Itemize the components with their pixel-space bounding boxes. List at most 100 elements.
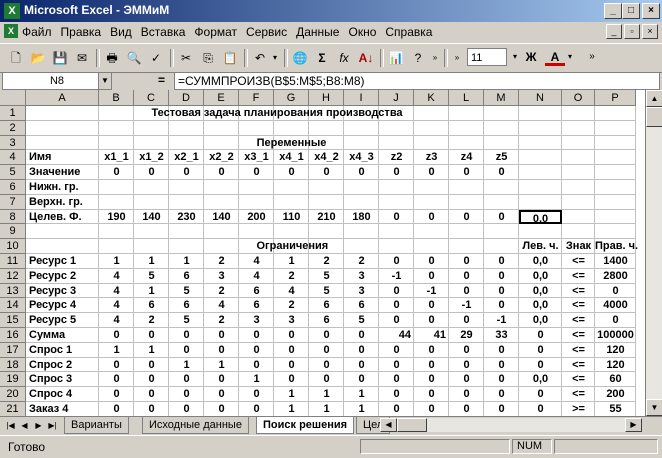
grid-cell[interactable]	[519, 106, 562, 121]
grid-cell[interactable]	[204, 224, 239, 240]
cell-value[interactable]: 0	[99, 402, 134, 416]
row-header[interactable]: 1	[0, 106, 26, 121]
cell-value[interactable]: <=	[562, 269, 595, 284]
grid-cell[interactable]	[414, 135, 449, 151]
cell-value[interactable]: 140	[134, 210, 169, 225]
cell-value[interactable]: 5	[309, 269, 344, 284]
scroll-right-icon[interactable]: ▶	[625, 418, 642, 432]
cell-value[interactable]: 1	[169, 254, 204, 269]
cell-value[interactable]: 6	[239, 284, 274, 299]
column-header[interactable]: E	[204, 90, 239, 106]
cell-value[interactable]: 4	[239, 254, 274, 269]
cell-value[interactable]: 0	[484, 372, 519, 387]
cell-value[interactable]: 1	[204, 358, 239, 373]
grid-cell[interactable]	[99, 106, 134, 121]
help-icon[interactable]: ?	[408, 48, 428, 68]
cell-value[interactable]: 0	[99, 372, 134, 387]
cell-value[interactable]: 5	[309, 284, 344, 299]
cell-value[interactable]: 0	[484, 269, 519, 284]
copy-icon[interactable]: ⎘	[198, 48, 218, 68]
grid-cell[interactable]	[134, 194, 169, 210]
row-header[interactable]: 11	[0, 254, 26, 269]
grid-cell[interactable]	[562, 120, 595, 136]
cell-value[interactable]: Тестовая задача планирования производств…	[152, 106, 403, 121]
cell-value[interactable]: 100000	[595, 328, 636, 343]
print-icon[interactable]: 🖶	[102, 48, 122, 68]
cell-value[interactable]: 0,0	[519, 313, 562, 328]
chart-icon[interactable]: 📊	[386, 48, 406, 68]
last-sheet-icon[interactable]: ▶|	[46, 418, 59, 433]
cell-value[interactable]: 0	[344, 343, 379, 358]
cell-value[interactable]: 0	[274, 372, 309, 387]
cell-value[interactable]: <=	[562, 254, 595, 269]
cell-value[interactable]: 0	[169, 343, 204, 358]
grid-cell[interactable]	[449, 135, 484, 151]
grid-cell[interactable]	[169, 239, 204, 254]
grid-cell[interactable]	[414, 239, 449, 254]
cell-value[interactable]: Значение	[26, 165, 99, 180]
row-header[interactable]: 12	[0, 268, 26, 284]
row-header[interactable]: 3	[0, 135, 26, 151]
cell-value[interactable]: <=	[562, 313, 595, 328]
more-icon[interactable]: »	[450, 48, 464, 68]
cell-value[interactable]: 6	[169, 298, 204, 313]
close-button[interactable]: ×	[642, 3, 660, 19]
row-header[interactable]: 13	[0, 283, 26, 299]
cell-value[interactable]: 0	[449, 343, 484, 358]
cell-value[interactable]: 3	[239, 313, 274, 328]
grid-cell[interactable]	[274, 120, 309, 136]
cell-value[interactable]: 0	[379, 387, 414, 402]
row-header[interactable]: 14	[0, 298, 26, 314]
menu-item[interactable]: Формат	[194, 25, 237, 39]
cell-value[interactable]: 4	[99, 298, 134, 313]
grid-cell[interactable]	[309, 224, 344, 240]
vertical-scrollbar[interactable]: ▲ ▼	[645, 90, 662, 416]
cell-value[interactable]: 0,0	[519, 372, 562, 387]
formula-input[interactable]: =СУММПРОИЗВ(B$5:M$5;B8:M8)	[174, 72, 660, 90]
cell-value[interactable]: 0,0	[519, 298, 562, 313]
cell-value[interactable]: 0	[204, 343, 239, 358]
cell-value[interactable]: 0	[274, 343, 309, 358]
cell-value[interactable]: Лев. ч.	[519, 239, 562, 254]
cell-value[interactable]: Нижн. гр.	[26, 180, 99, 195]
cell-value[interactable]: 210	[309, 210, 344, 225]
cell-value[interactable]: -1	[449, 298, 484, 313]
cell-value[interactable]: 44	[379, 328, 414, 343]
grid-cell[interactable]	[379, 120, 414, 136]
column-header[interactable]: H	[309, 90, 344, 106]
cell-value[interactable]: 0	[449, 210, 484, 225]
grid-cell[interactable]	[595, 224, 636, 240]
grid-cell[interactable]	[595, 135, 636, 151]
cell-value[interactable]: 0	[134, 372, 169, 387]
chevron-down-icon[interactable]: ▾	[565, 48, 575, 66]
prev-sheet-icon[interactable]: ◀	[18, 418, 31, 433]
grid-cell[interactable]	[344, 180, 379, 195]
cell-value[interactable]: 1	[274, 387, 309, 402]
cell-value[interactable]: 0,0	[519, 269, 562, 284]
cell-value[interactable]: 4	[204, 298, 239, 313]
row-header[interactable]: 7	[0, 194, 26, 210]
column-header[interactable]: C	[134, 90, 169, 106]
cell-value[interactable]: 0	[595, 313, 636, 328]
cell-value[interactable]: 6	[309, 298, 344, 313]
tab-variants[interactable]: Варианты	[64, 417, 129, 434]
column-header[interactable]: O	[562, 90, 595, 106]
grid-cell[interactable]	[379, 135, 414, 151]
cell-value[interactable]: 200	[239, 210, 274, 225]
grid-cell[interactable]	[379, 224, 414, 240]
cell-value[interactable]: 0	[484, 298, 519, 313]
grid-cell[interactable]	[169, 120, 204, 136]
column-header[interactable]: I	[344, 90, 379, 106]
chevron-down-icon[interactable]: ▾	[509, 48, 521, 66]
cell-value[interactable]: 0	[414, 372, 449, 387]
cell-value[interactable]: <=	[562, 298, 595, 313]
cell-value[interactable]: 0	[344, 372, 379, 387]
grid-cell[interactable]	[379, 194, 414, 210]
cell-value[interactable]: x2_2	[204, 150, 239, 165]
row-header[interactable]: 17	[0, 342, 26, 358]
cell-value[interactable]: x4_3	[344, 150, 379, 165]
sort-icon[interactable]: A↓	[356, 48, 376, 68]
next-sheet-icon[interactable]: ▶	[32, 418, 45, 433]
grid-cell[interactable]	[169, 194, 204, 210]
cell-value[interactable]: 0	[204, 328, 239, 343]
